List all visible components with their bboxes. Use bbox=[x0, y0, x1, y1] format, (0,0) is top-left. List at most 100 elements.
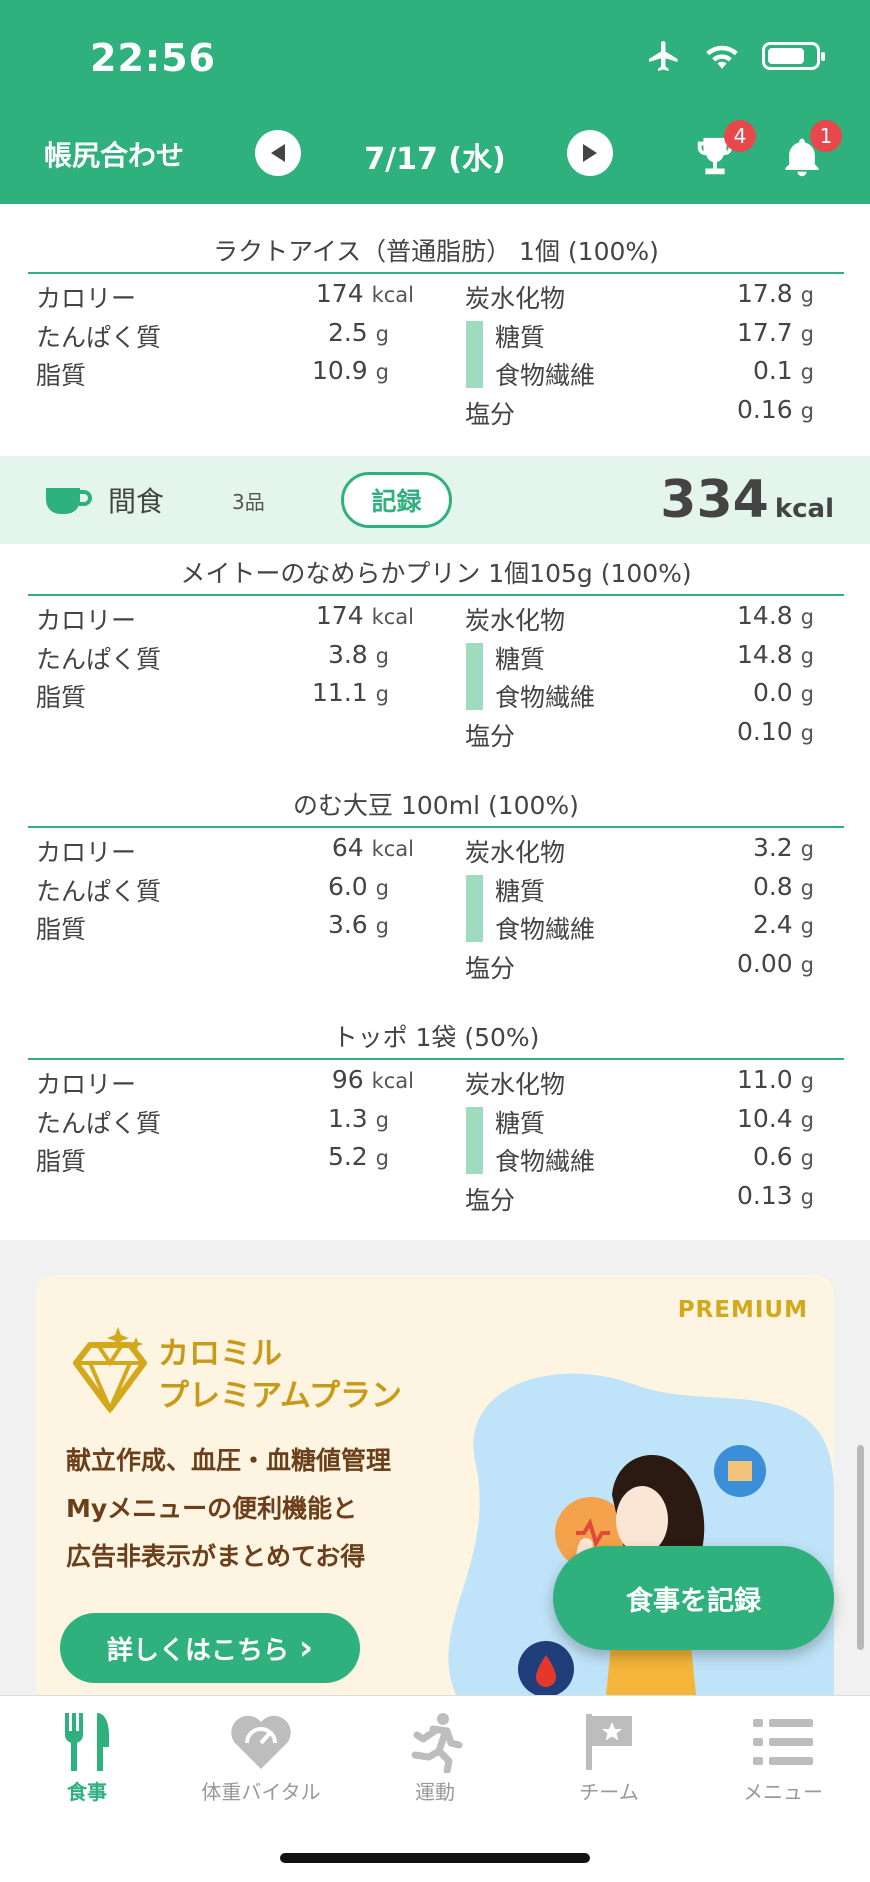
next-date-button[interactable] bbox=[567, 130, 613, 176]
status-icons bbox=[646, 38, 825, 74]
food-item[interactable]: ラクトアイス（普通脂肪） 1個 (100%) カロリー 174 kcal 炭水化物 1… bbox=[28, 230, 844, 429]
fiber-value: 0.1 g bbox=[752, 356, 814, 385]
notification-button[interactable]: 1 bbox=[780, 120, 842, 184]
carbs-value: 17.8 g bbox=[737, 279, 814, 308]
sugar-label: 糖質 bbox=[495, 644, 546, 674]
salt-label: 塩分 bbox=[465, 721, 516, 751]
triangle-left-icon bbox=[271, 144, 285, 162]
calorie-label: カロリー bbox=[36, 284, 137, 313]
record-snack-button[interactable]: 記録 bbox=[341, 472, 452, 528]
calorie-value: 174 kcal bbox=[315, 279, 414, 308]
salt-value: 0.10 g bbox=[737, 716, 814, 746]
carbs-value: 14.8 g bbox=[737, 601, 814, 630]
fiber-label: 食物繊維 bbox=[495, 1147, 596, 1176]
details-button[interactable]: 詳しくはこちら › bbox=[60, 1613, 360, 1683]
status-time: 22:56 bbox=[90, 36, 216, 80]
home-indicator[interactable] bbox=[280, 1853, 590, 1863]
tab-menu[interactable]: メニュー bbox=[696, 1708, 870, 1805]
protein-value: 6.0 g bbox=[327, 871, 389, 901]
premium-tag: PREMIUM bbox=[677, 1297, 808, 1323]
carbs-label: 炭水化物 bbox=[465, 606, 566, 635]
carbs-label: 炭水化物 bbox=[465, 838, 566, 867]
sugar-label: 糖質 bbox=[495, 322, 546, 352]
carbs-value: 11.0 g bbox=[737, 1065, 814, 1094]
tab-meals-label: 食事 bbox=[67, 1780, 107, 1804]
tab-weight-vitals[interactable]: 体重バイタル bbox=[174, 1708, 348, 1805]
brand-line-2: プレミアムプラン bbox=[158, 1378, 402, 1414]
sugar-label: 糖質 bbox=[495, 876, 546, 906]
protein-label: たんぱく質 bbox=[36, 876, 162, 906]
protein-value: 1.3 g bbox=[327, 1103, 389, 1133]
battery-icon bbox=[762, 42, 825, 70]
current-date[interactable]: 7/17 (水) bbox=[340, 134, 530, 178]
reconcile-link[interactable]: 帳尻合わせ bbox=[44, 134, 184, 174]
premium-brand-title: カロミル プレミアムプラン bbox=[158, 1333, 402, 1417]
previous-date-button[interactable] bbox=[255, 130, 301, 176]
food-item[interactable]: メイトーのなめらかプリン 1個105g (100%) カロリー 174 kcal 炭… bbox=[28, 552, 844, 751]
tab-exercise-label: 運動 bbox=[415, 1780, 455, 1804]
tab-meals[interactable]: 食事 bbox=[0, 1708, 174, 1805]
salt-value: 0.00 g bbox=[737, 948, 814, 978]
fiber-value: 0.6 g bbox=[752, 1142, 814, 1171]
salt-value: 0.16 g bbox=[737, 394, 814, 424]
salt-label: 塩分 bbox=[465, 1185, 516, 1215]
snack-total-calories: 334 kcal bbox=[660, 470, 834, 530]
calorie-label: カロリー bbox=[36, 606, 137, 635]
diamond-icon bbox=[73, 1327, 147, 1415]
food-item[interactable]: のむ大豆 100ml (100%) カロリー 64 kcal 炭水化物 3.2 g た… bbox=[28, 784, 844, 983]
tab-team[interactable]: チーム bbox=[522, 1708, 696, 1805]
chevron-right-icon: › bbox=[299, 1628, 314, 1668]
sugar-value: 0.8 g bbox=[752, 871, 814, 901]
triangle-right-icon bbox=[583, 144, 597, 162]
fat-value: 11.1 g bbox=[312, 678, 389, 707]
protein-value: 2.5 g bbox=[327, 317, 389, 347]
calorie-label: カロリー bbox=[36, 1070, 137, 1099]
airplane-icon bbox=[649, 41, 678, 71]
fat-label: 脂質 bbox=[36, 915, 87, 944]
details-button-label: 詳しくはこちら bbox=[106, 1635, 289, 1666]
calorie-label: カロリー bbox=[36, 838, 137, 867]
fat-value: 10.9 g bbox=[312, 356, 389, 385]
sugar-value: 10.4 g bbox=[737, 1103, 814, 1133]
tab-exercise[interactable]: 運動 bbox=[348, 1708, 522, 1805]
trophy-button[interactable]: 4 bbox=[692, 120, 756, 184]
salt-label: 塩分 bbox=[465, 399, 516, 429]
protein-label: たんぱく質 bbox=[36, 1108, 162, 1138]
trophy-badge: 4 bbox=[724, 120, 756, 152]
carbs-label: 炭水化物 bbox=[465, 284, 566, 313]
wifi-icon bbox=[706, 45, 738, 69]
tab-weight-vitals-label: 体重バイタル bbox=[201, 1780, 321, 1804]
promo-text: 献立作成、血圧・血糖値管理 Myメニューの便利機能と 広告非表示がまとめてお得 bbox=[66, 1437, 391, 1581]
notification-badge: 1 bbox=[810, 120, 842, 152]
fat-value: 3.6 g bbox=[327, 910, 389, 939]
food-item[interactable]: トッポ 1袋 (50%) カロリー 96 kcal 炭水化物 11.0 g たんぱく質… bbox=[28, 1016, 844, 1215]
fiber-label: 食物繊維 bbox=[495, 915, 596, 944]
carbs-value: 3.2 g bbox=[752, 833, 814, 862]
sugar-value: 17.7 g bbox=[737, 317, 814, 347]
heart-scale-icon bbox=[231, 1715, 291, 1769]
promo-line-1: 献立作成、血圧・血糖値管理 bbox=[66, 1446, 392, 1475]
record-meal-button[interactable]: 食事を記録 bbox=[553, 1546, 834, 1650]
coffee-cup-icon bbox=[46, 488, 92, 514]
tab-menu-label: メニュー bbox=[743, 1780, 823, 1804]
snack-meal-header[interactable]: 間食 3品 記録 334 kcal bbox=[0, 456, 870, 544]
salt-value: 0.13 g bbox=[737, 1180, 814, 1210]
salt-label: 塩分 bbox=[465, 953, 516, 983]
app-header: 22:56 帳尻合わせ 7/17 (水) 4 1 bbox=[0, 0, 870, 204]
calorie-value: 96 kcal bbox=[331, 1065, 414, 1094]
fiber-value: 2.4 g bbox=[752, 910, 814, 939]
list-menu-icon bbox=[753, 1719, 813, 1765]
tab-team-label: チーム bbox=[579, 1780, 639, 1804]
fork-knife-icon bbox=[65, 1713, 109, 1771]
scroll-indicator[interactable] bbox=[857, 1445, 864, 1650]
food-title: のむ大豆 100ml (100%) bbox=[28, 784, 844, 828]
food-title: ラクトアイス（普通脂肪） 1個 (100%) bbox=[28, 230, 844, 274]
calorie-value: 64 kcal bbox=[331, 833, 414, 862]
flag-icon bbox=[586, 1714, 632, 1770]
fat-value: 5.2 g bbox=[327, 1142, 389, 1171]
fiber-label: 食物繊維 bbox=[495, 361, 596, 390]
fiber-value: 0.0 g bbox=[752, 678, 814, 707]
protein-label: たんぱく質 bbox=[36, 644, 162, 674]
brand-line-1: カロミル bbox=[158, 1336, 282, 1372]
calorie-value: 174 kcal bbox=[315, 601, 414, 630]
